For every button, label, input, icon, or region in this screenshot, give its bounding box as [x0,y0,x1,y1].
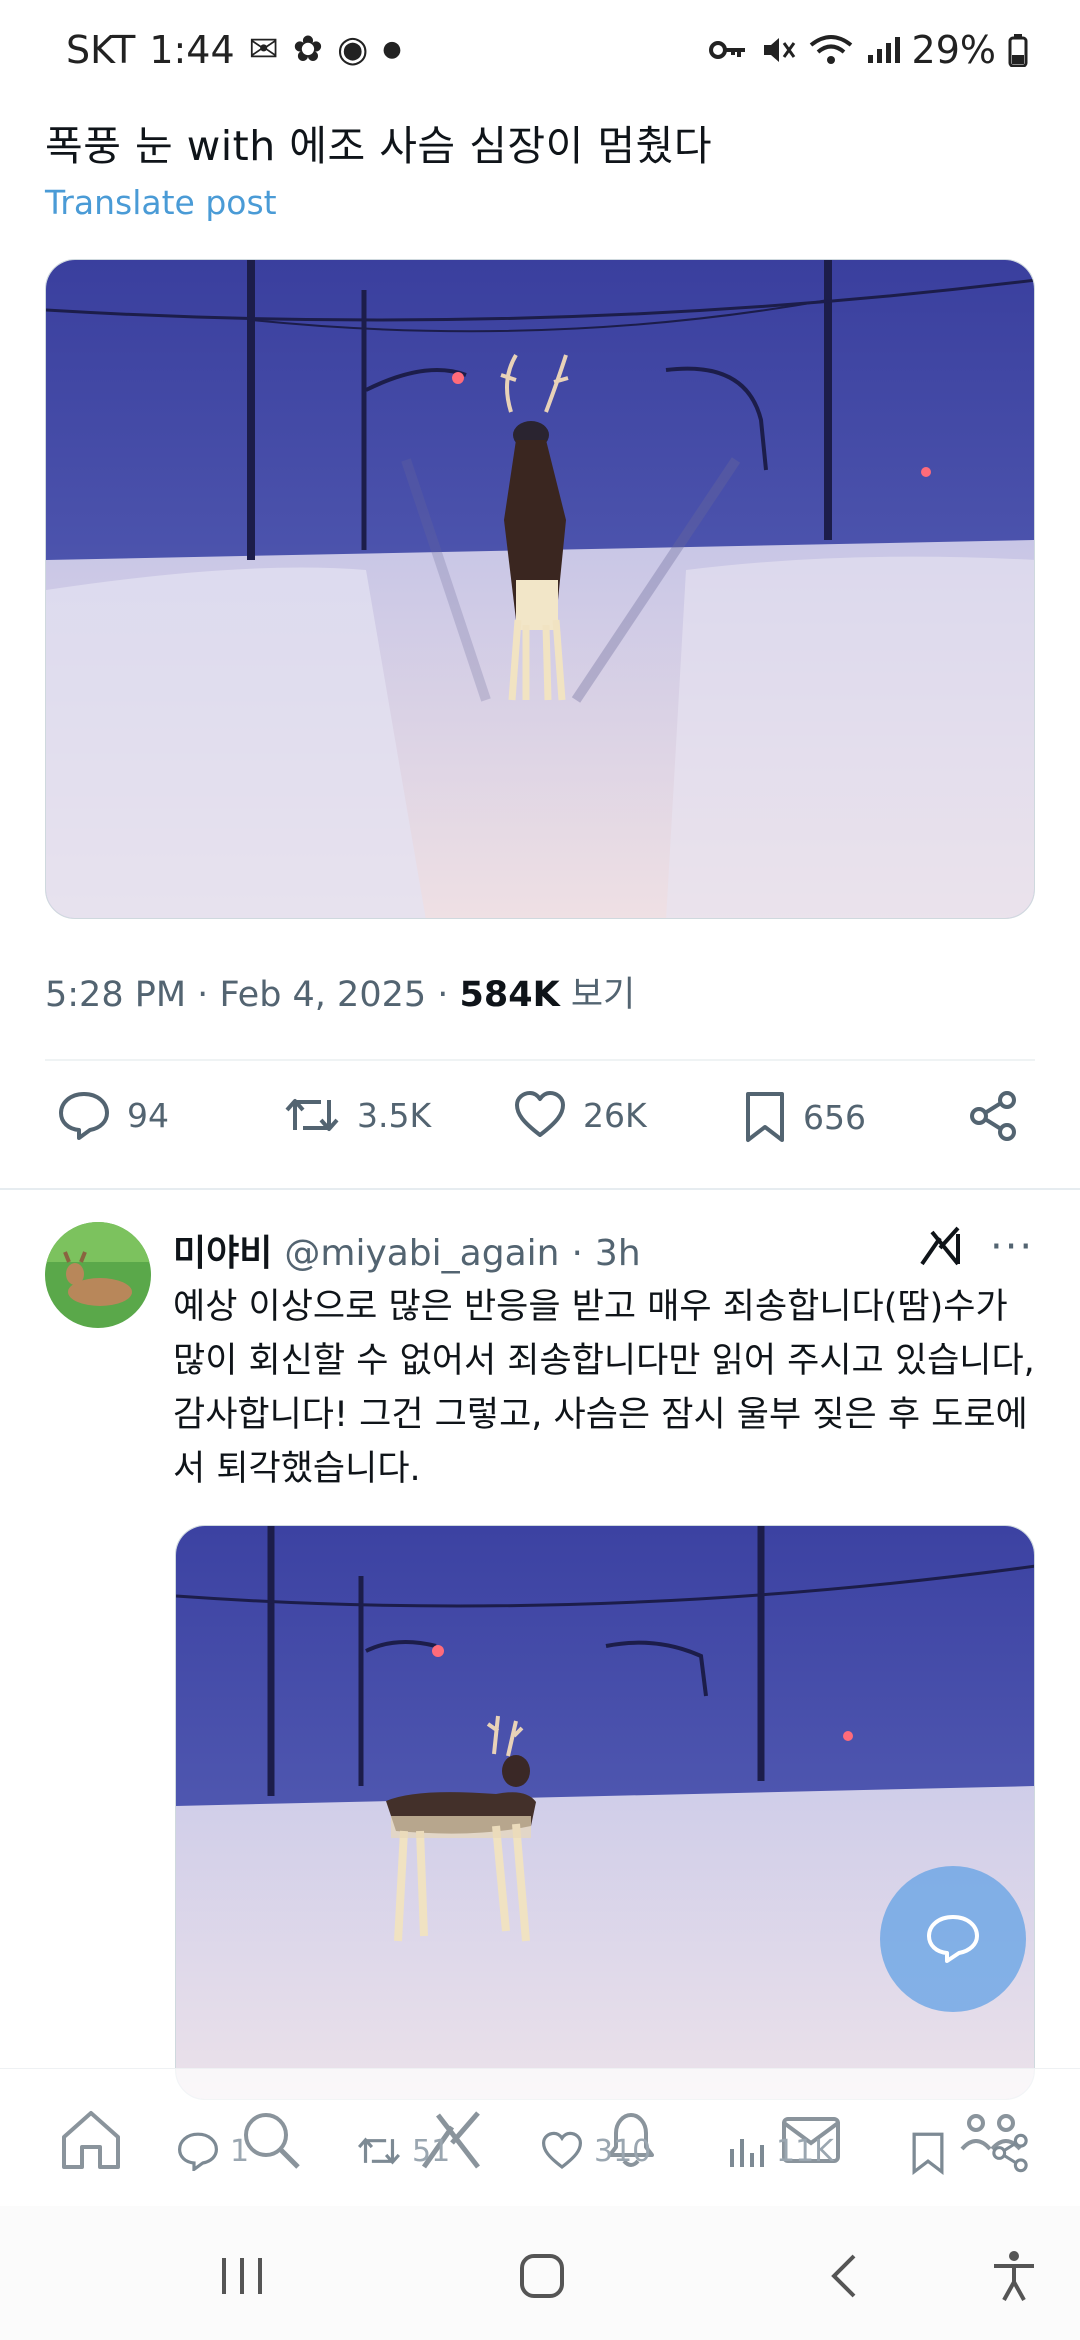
reply-like-action[interactable]: 310 [540,2131,651,2171]
reply-button[interactable]: 94 [57,1090,169,1140]
reply-share-action[interactable] [990,2133,1030,2173]
reply-display-name[interactable]: 미야비 [173,1224,272,1276]
home-icon[interactable] [56,2105,126,2175]
translate-post-link[interactable]: Translate post [45,183,277,222]
carrier: SKT [66,28,136,72]
divider [0,1188,1080,1190]
battery-percent: 29% [911,28,996,72]
bottom-tab-bar: 1 51 310 11K [0,2068,1080,2206]
mail-notification-icon: ✉ [248,29,279,70]
tweet-date: Feb 4, 2025 [219,975,427,1015]
view-count-label: 보기 [570,975,636,1015]
reply-icon [177,2132,219,2171]
reply-view-count: 11K [776,2133,834,2169]
reply-text: 예상 이상으로 많은 반응을 받고 매우 죄송합니다(땀)수가 많이 회신할 수… [173,1287,1035,1489]
accessibility-icon[interactable] [984,2246,1044,2306]
home-button-icon[interactable] [512,2246,572,2306]
share-icon [970,1091,1016,1141]
reply-icon [59,1092,109,1140]
reply-count: 94 [127,1095,169,1135]
status-left: SKT 1:44 ✉ ✿ ◉ ● [66,28,402,72]
mute-icon [763,38,795,62]
reply-handle[interactable]: @miyabi_again [284,1233,559,1274]
reply-reply-count: 1 [230,2133,250,2169]
share-icon [992,2133,1028,2173]
like-icon [541,2131,583,2170]
tweet-actions: 94 3.5K 26K 656 [45,1090,1035,1160]
retweet-icon [285,1099,339,1131]
retweet-button[interactable]: 3.5K [283,1090,431,1140]
reply-reply-action[interactable]: 1 [176,2131,249,2171]
bookmark-button[interactable]: 656 [743,1090,866,1144]
divider [45,1059,1035,1061]
status-bar: SKT 1:44 ✉ ✿ ◉ ● 29% [0,0,1080,100]
chrome-notification-icon: ◉ [337,29,369,70]
recent-apps-icon[interactable] [212,2246,272,2306]
like-button[interactable]: 26K [513,1090,647,1140]
signal-icon [867,37,900,63]
more-options-button[interactable]: ··· [990,1224,1034,1270]
system-nav-bar [0,2206,1080,2340]
bookmark-count: 656 [803,1097,866,1137]
more-notifications-dot-icon: ● [382,37,402,62]
tweet-time: 5:28 PM [45,975,187,1015]
reply-views-action[interactable]: 11K [726,2131,834,2171]
avatar[interactable] [45,1222,151,1328]
bookmark-icon [746,1092,784,1142]
reply-retweet-count: 51 [412,2133,451,2169]
compose-fab[interactable] [880,1866,1026,2012]
reply-age: 3h [594,1233,641,1274]
tweet-meta: 5:28 PM · Feb 4, 2025 · 584K 보기 [45,975,636,1015]
wifi-icon [809,35,852,64]
reply-header: 미야비 @miyabi_again · 3h [173,1224,641,1276]
tweet-text: 폭풍 눈 with 에조 사슴 심장이 멈췄다 [45,122,713,170]
paw-notification-icon: ✿ [292,29,323,70]
compose-reply-icon [927,1915,979,1963]
tweet-photo[interactable] [45,259,1035,919]
reply-like-count: 310 [594,2133,652,2169]
reply-retweet-action[interactable]: 51 [356,2131,450,2171]
analytics-icon [730,2139,764,2167]
battery-icon [1008,34,1028,67]
bookmark-icon [912,2132,944,2175]
view-count: 584K [459,975,560,1015]
back-icon[interactable] [816,2246,876,2306]
clock: 1:44 [149,28,235,72]
grok-icon[interactable] [918,1224,962,1268]
status-right: 29% [708,28,1028,72]
retweet-icon [357,2137,401,2165]
vpn-key-icon [708,41,745,59]
like-count: 26K [583,1095,647,1135]
like-icon [515,1091,565,1137]
retweet-count: 3.5K [357,1095,432,1135]
share-button[interactable] [967,1090,1019,1142]
reply-bookmark-action[interactable] [910,2131,946,2175]
reply-photo[interactable] [175,1525,1035,2100]
